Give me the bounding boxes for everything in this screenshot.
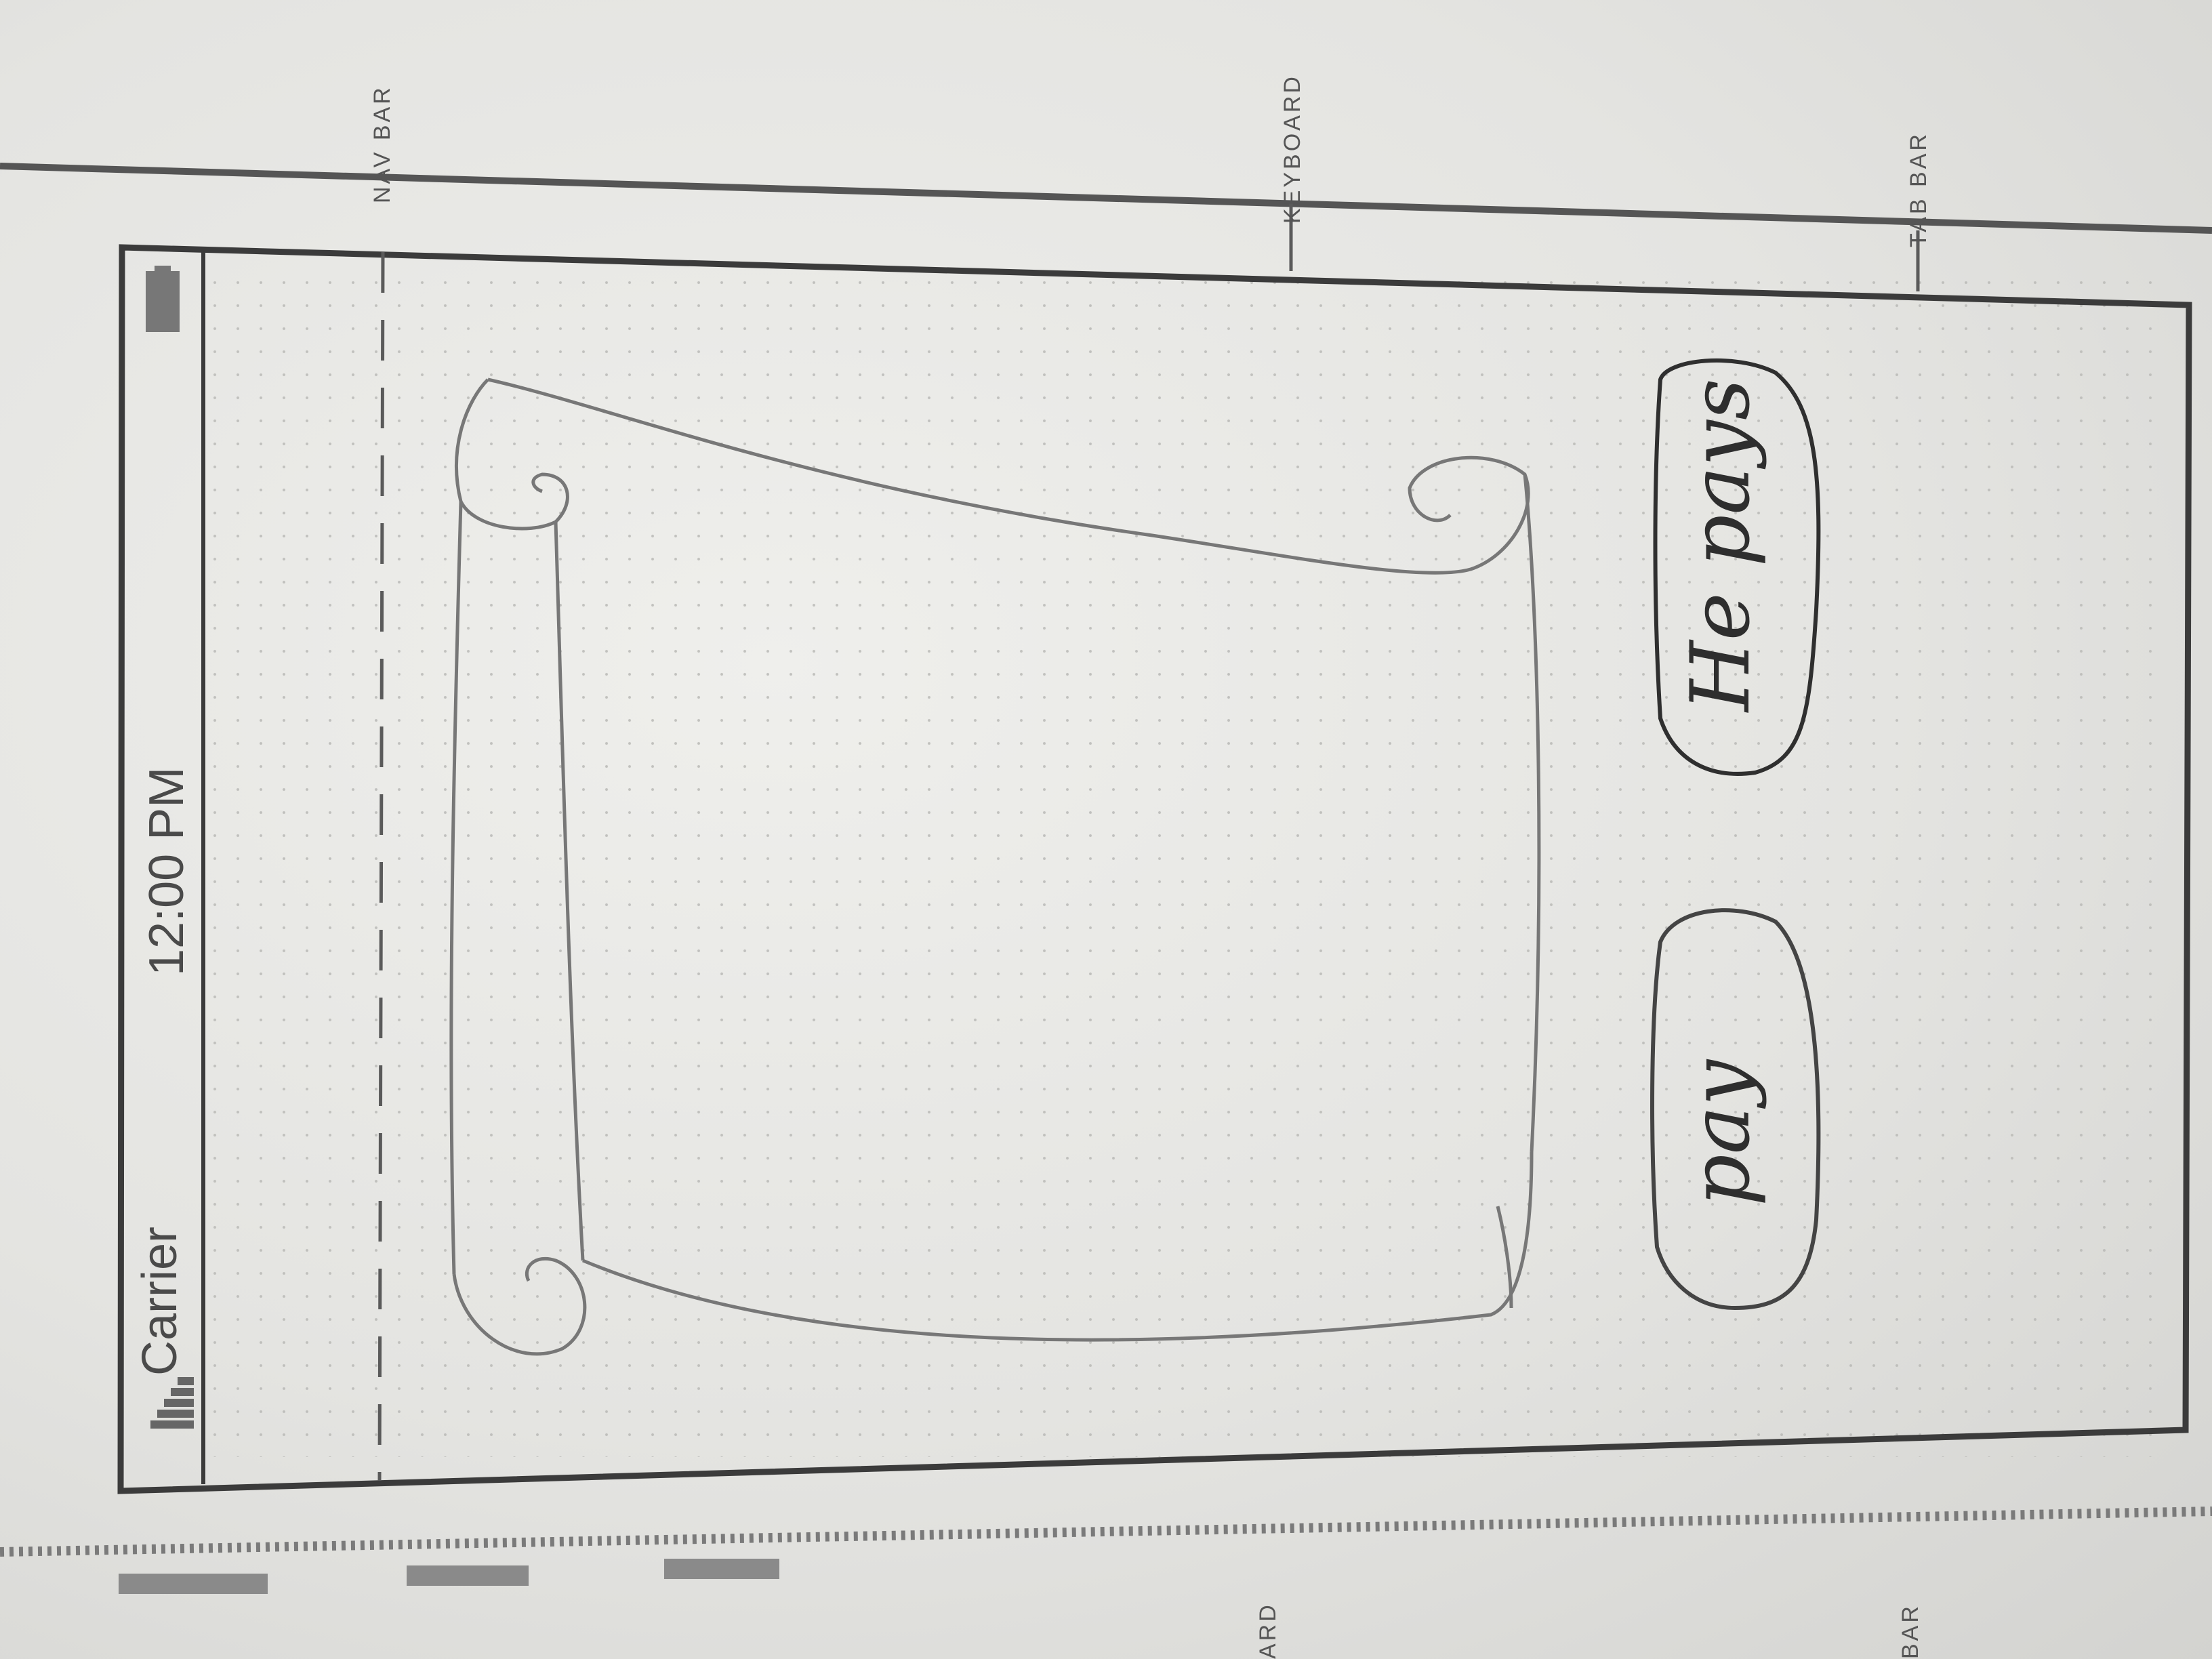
he-pays-button[interactable]: He pays: [1674, 378, 1768, 712]
nav-bar-guide-label: NAV BAR: [369, 85, 395, 203]
keyboard-guide-label-cut: ARD: [1255, 1602, 1281, 1659]
tab-bar-guide-label: TAB BAR: [1906, 131, 1931, 247]
hardware-bump-2: [407, 1565, 529, 1586]
battery-icon: [146, 266, 180, 332]
carrier-label: Carrier: [133, 1226, 187, 1376]
phone-screen-frame: [117, 244, 2192, 1494]
bottom-guide-line: [0, 1507, 2212, 1557]
keyboard-guide-label: KEYBOARD: [1279, 74, 1305, 224]
scroll-icon: [449, 377, 1541, 1356]
nav-bar-guide: [377, 251, 385, 1481]
tab-bar-guide-label-cut: BAR: [1898, 1603, 1923, 1659]
hardware-bump-1: [119, 1574, 268, 1594]
top-guide-line: [0, 163, 2212, 234]
hardware-bump-3: [664, 1559, 779, 1579]
status-time: 12:00 PM: [140, 766, 194, 976]
wireframe-drawing: [0, 163, 2212, 1594]
signal-icon: [150, 1377, 194, 1429]
pay-button[interactable]: pay: [1674, 1060, 1768, 1206]
